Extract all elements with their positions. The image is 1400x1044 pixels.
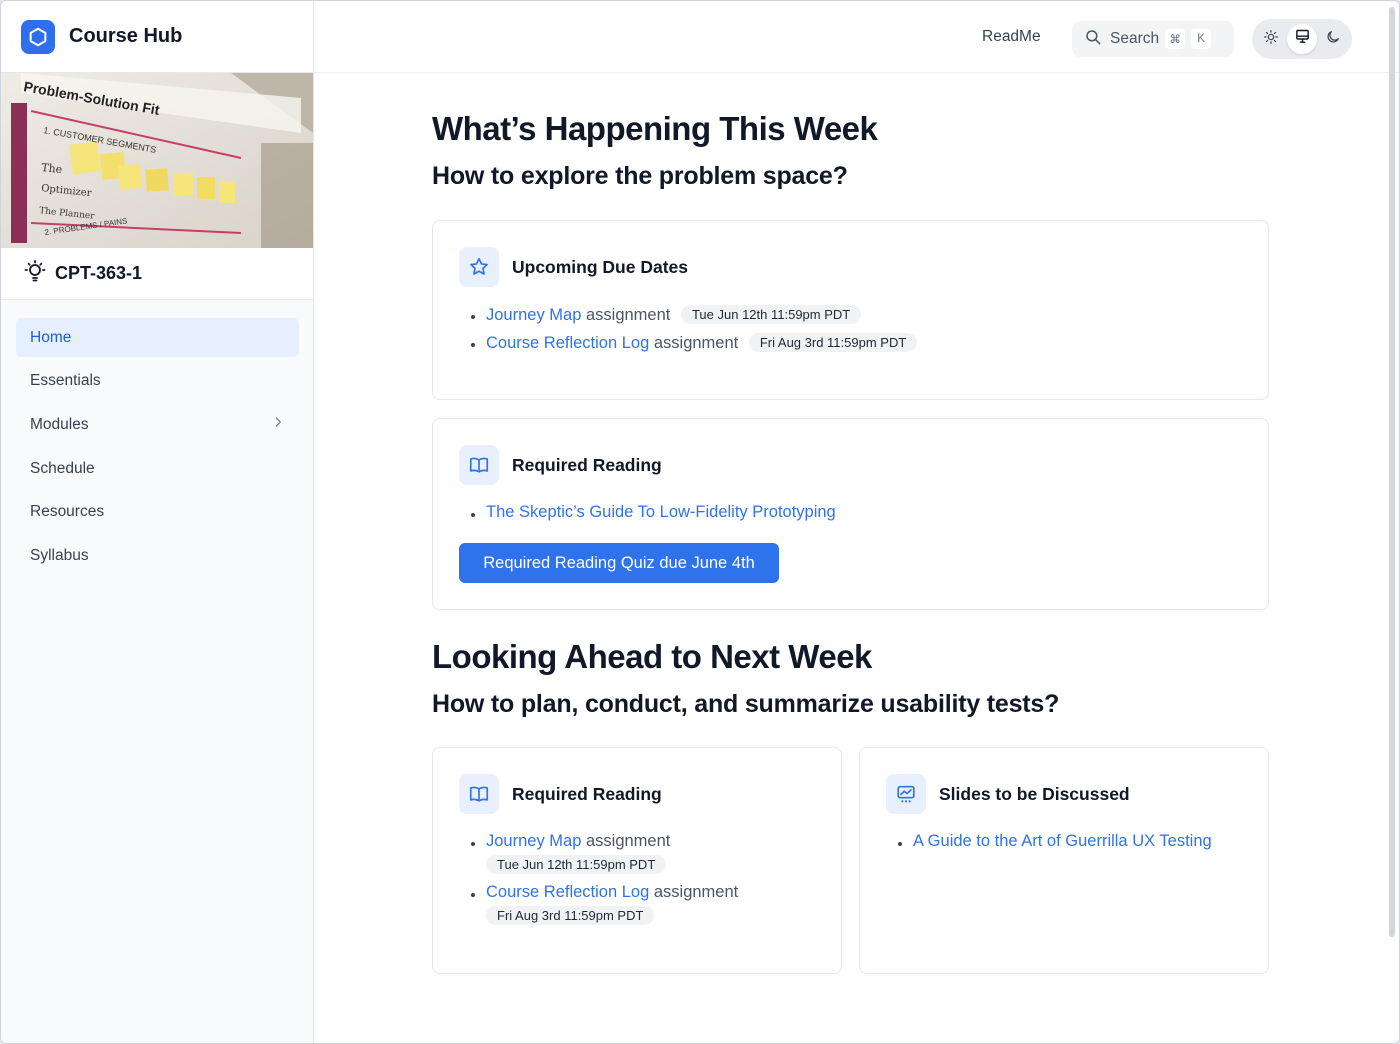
theme-light-button[interactable] [1256, 24, 1286, 54]
hexagon-logo-icon [21, 19, 55, 54]
due-date-badge: Tue Jun 12th 11:59pm PDT [680, 305, 862, 324]
sun-icon [1263, 29, 1279, 50]
book-open-icon [459, 445, 499, 485]
sidebar-item-schedule[interactable]: Schedule [16, 449, 299, 488]
reading-quiz-button[interactable]: Required Reading Quiz due June 4th [459, 543, 779, 583]
guerrilla-ux-testing-link[interactable]: A Guide to the Art of Guerrilla UX Testi… [913, 832, 1212, 850]
search-icon [1084, 28, 1102, 51]
item-suffix: assignment [585, 306, 671, 324]
course-id: CPT-363-1 [55, 263, 143, 283]
journey-map-link[interactable]: Journey Map [486, 306, 581, 324]
next-week-subtitle: How to plan, conduct, and summarize usab… [432, 690, 1060, 718]
course-reflection-log-link[interactable]: Course Reflection Log [486, 334, 649, 352]
sidebar-item-label: Syllabus [30, 546, 89, 564]
card-title: Slides to be Discussed [939, 783, 1130, 804]
sidebar-item-label: Resources [30, 503, 105, 521]
item-suffix: assignment [653, 334, 739, 352]
svg-text:The: The [41, 161, 63, 176]
star-icon [459, 247, 499, 287]
slides-list: A Guide to the Art of Guerrilla UX Testi… [898, 832, 1212, 860]
course-banner-image: Problem-Solution Fit 1. CUSTOMER SEGMENT… [1, 73, 313, 248]
top-bar: ReadMe Search ⌘ K [314, 1, 1399, 73]
this-week-title: What’s Happening This Week [432, 110, 878, 147]
next-reading-list: Journey Map assignment Tue Jun 12th 11:5… [471, 832, 738, 934]
due-dates-list: Journey Map assignment Tue Jun 12th 11:5… [471, 305, 918, 361]
due-date-badge: Tue Jun 12th 11:59pm PDT [486, 855, 667, 874]
sidebar-item-label: Schedule [30, 459, 95, 477]
due-date-badge: Fri Aug 3rd 11:59pm PDT [748, 333, 918, 352]
theme-toggle [1252, 19, 1352, 59]
card-title: Required Reading [512, 783, 662, 804]
upcoming-due-dates-card: Upcoming Due Dates Journey Map assignmen… [432, 220, 1269, 400]
sidebar-item-label: Modules [30, 415, 89, 433]
sidebar-item-modules[interactable]: Modules [16, 405, 299, 444]
card-header: Required Reading [459, 774, 662, 814]
search-button[interactable]: Search ⌘ K [1072, 21, 1234, 57]
list-item: Course Reflection Log assignment Fri Aug… [471, 883, 738, 934]
chevron-right-icon [271, 415, 285, 434]
item-suffix: assignment [653, 883, 739, 901]
due-date-badge: Fri Aug 3rd 11:59pm PDT [486, 906, 655, 925]
card-title: Upcoming Due Dates [512, 256, 688, 277]
search-label: Search [1110, 30, 1160, 47]
sidebar-item-home[interactable]: Home [16, 318, 299, 357]
app-window: Course Hub Problem-Solution Fit 1. CUSTO… [0, 0, 1400, 1044]
list-item: A Guide to the Art of Guerrilla UX Testi… [898, 832, 1212, 860]
shortcut-key: K [1191, 29, 1212, 49]
card-header: Slides to be Discussed [886, 774, 1130, 814]
theme-system-button[interactable] [1287, 24, 1317, 54]
list-item: Journey Map assignment Tue Jun 12th 11:5… [471, 832, 738, 883]
course-id-row: CPT-363-1 [1, 248, 313, 300]
list-item: The Skeptic’s Guide To Low-Fidelity Prot… [471, 503, 836, 531]
next-week-title: Looking Ahead to Next Week [432, 638, 872, 675]
skeptics-guide-link[interactable]: The Skeptic’s Guide To Low-Fidelity Prot… [486, 503, 836, 521]
slides-card: Slides to be Discussed A Guide to the Ar… [859, 747, 1269, 974]
sidebar-item-essentials[interactable]: Essentials [16, 362, 299, 401]
brand[interactable]: Course Hub [1, 1, 313, 73]
sidebar-item-resources[interactable]: Resources [16, 493, 299, 532]
this-week-subtitle: How to explore the problem space? [432, 162, 848, 190]
sidebar-nav: Home Essentials Modules Schedule Resourc… [1, 300, 313, 576]
scrollbar-thumb[interactable] [1389, 7, 1395, 937]
journey-map-link[interactable]: Journey Map [486, 832, 581, 850]
next-week-reading-card: Required Reading Journey Map assignment … [432, 747, 842, 974]
readme-link[interactable]: ReadMe [982, 28, 1041, 46]
reading-list: The Skeptic’s Guide To Low-Fidelity Prot… [471, 503, 836, 531]
list-item: Journey Map assignment Tue Jun 12th 11:5… [471, 305, 917, 333]
required-reading-card: Required Reading The Skeptic’s Guide To … [432, 418, 1269, 610]
page-scrollbar[interactable] [1387, 1, 1397, 1043]
card-title: Required Reading [512, 454, 662, 475]
sidebar-item-label: Home [30, 328, 72, 346]
lightbulb-icon [23, 259, 47, 288]
shortcut-modifier-key: ⌘ [1165, 29, 1186, 49]
sidebar-item-syllabus[interactable]: Syllabus [16, 536, 299, 575]
sidebar: Course Hub Problem-Solution Fit 1. CUSTO… [1, 1, 314, 1043]
theme-dark-button[interactable] [1318, 24, 1348, 54]
card-header: Required Reading [459, 445, 662, 485]
course-reflection-log-link[interactable]: Course Reflection Log [486, 883, 649, 901]
list-item: Course Reflection Log assignment Fri Aug… [471, 333, 918, 361]
moon-icon [1325, 29, 1341, 50]
book-open-icon [459, 774, 499, 814]
sidebar-item-label: Essentials [30, 372, 101, 390]
card-header: Upcoming Due Dates [459, 247, 688, 287]
app-name: Course Hub [69, 25, 183, 47]
item-suffix: assignment [585, 832, 671, 850]
monitor-icon [1294, 28, 1311, 50]
presentation-icon [886, 774, 926, 814]
